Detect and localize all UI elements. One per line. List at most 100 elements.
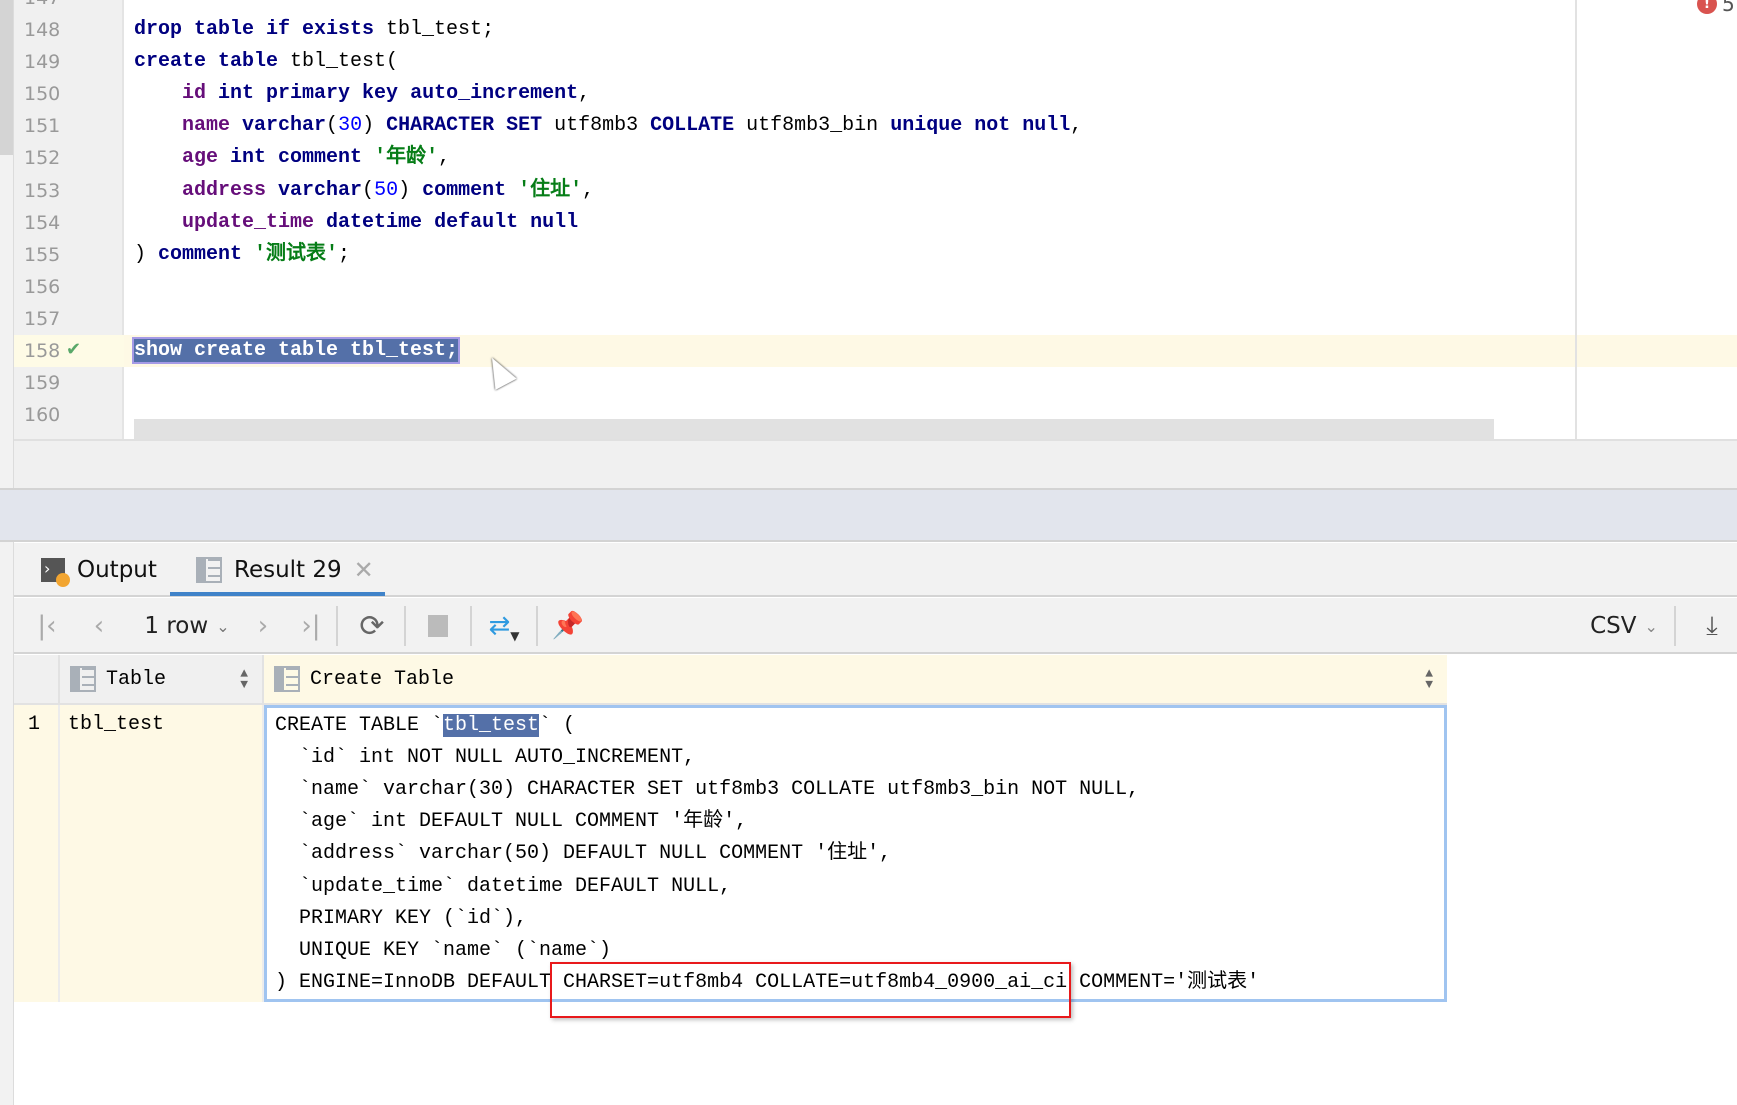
code-token: (	[362, 178, 375, 202]
close-icon[interactable]: ✕	[354, 556, 374, 584]
console-output-icon: ›	[41, 558, 70, 587]
code-token: name	[182, 114, 243, 138]
problems-count[interactable]: 5	[1722, 0, 1735, 16]
column-icon	[274, 666, 300, 692]
line-number: 148	[24, 19, 61, 41]
line-number: 155	[24, 243, 61, 266]
code-token: ,	[582, 178, 595, 202]
line-number: 156	[24, 275, 61, 298]
code-token: 30	[338, 114, 363, 138]
code-token: utf8mb3	[554, 114, 651, 138]
next-page-icon[interactable]: ›	[248, 608, 278, 644]
format-label: CSV	[1590, 613, 1637, 639]
rows-label: 1 row	[144, 613, 209, 639]
sort-icon[interactable]: ▲ ▼	[1425, 667, 1433, 691]
chevron-down-icon: ⌄	[216, 616, 230, 636]
previous-page-icon[interactable]: ‹	[84, 608, 114, 644]
cell-table[interactable]: tbl_test	[60, 705, 264, 1002]
active-tab-indicator	[170, 592, 385, 596]
results-toolbar: |‹ ‹ 1 row ⌄ › ›| ⟳ ⇄ ▼ 📌 CSV ⌄ ⤓	[14, 598, 1737, 654]
code-token: address	[182, 178, 279, 202]
line-number: 151	[24, 115, 61, 138]
code-token: varchar	[242, 114, 327, 138]
results-tab-bar: › Output Result 29 ✕	[14, 543, 1737, 597]
column-header-table[interactable]: Table ▲ ▼	[60, 655, 264, 705]
sort-icon[interactable]: ▲ ▼	[240, 667, 248, 691]
rows-dropdown[interactable]: 1 row ⌄	[132, 608, 242, 644]
create-table-line: CREATE TABLE `tbl_test` (	[275, 714, 576, 737]
line-number: 153	[24, 179, 61, 202]
right-margin-guide	[1575, 0, 1577, 439]
code-token: COLLATE	[650, 114, 747, 138]
line-number: 150	[24, 83, 61, 106]
code-token: '住址'	[518, 178, 583, 202]
column-header-label: Create Table	[310, 667, 455, 691]
code-token: age	[182, 146, 231, 170]
compare-icon[interactable]: ⇄ ▼	[484, 608, 524, 644]
code-line[interactable]: show create table tbl_test;	[131, 335, 461, 367]
code-token: CHARACTER SET	[386, 114, 555, 138]
code-token: ;	[338, 242, 351, 266]
code-token: int comment	[230, 146, 375, 170]
line-number-gutter: 147148149−150151152153154155−156157158✔1…	[14, 0, 142, 439]
column-header-create-table[interactable]: Create Table ▲ ▼	[264, 655, 1447, 705]
code-token: )	[134, 242, 159, 266]
line-number: 152	[24, 147, 61, 170]
left-scrollbar[interactable]	[0, 0, 14, 1105]
code-token: ,	[438, 146, 451, 170]
result-grid: Table ▲ ▼ Create Table ▲ ▼ 1 tbl_test CREA…	[14, 655, 1447, 1002]
cell-value: tbl_test	[68, 713, 165, 736]
code-token: 50	[374, 178, 399, 202]
code-token: show create table tbl_test;	[131, 337, 461, 364]
row-number-header	[14, 655, 60, 705]
create-table-line: `address` varchar(50) DEFAULT NULL COMME…	[275, 842, 892, 866]
tab-label: Result 29	[234, 557, 342, 583]
code-token: drop table if exists	[134, 18, 387, 41]
tab-result-29[interactable]: Result 29 ✕	[196, 543, 374, 597]
code-token: ,	[578, 82, 591, 106]
table-icon	[196, 557, 222, 583]
first-page-icon[interactable]: |‹	[32, 608, 62, 644]
pin-icon[interactable]: 📌	[550, 608, 586, 644]
left-scrollbar-thumb[interactable]	[0, 0, 13, 155]
code-line[interactable]: update_time datetime default null	[134, 207, 578, 239]
create-table-line: PRIMARY KEY (`id`),	[275, 906, 528, 930]
line-number: 159	[24, 372, 61, 395]
row-number-cell[interactable]: 1	[14, 705, 60, 1002]
code-line[interactable]: drop table if exists tbl_test;	[134, 14, 494, 46]
column-header-label: Table	[106, 667, 167, 691]
tab-output[interactable]: › Output	[41, 543, 157, 597]
code-line[interactable]: create table tbl_test(	[134, 46, 398, 78]
cell-create-table[interactable]: CREATE TABLE `tbl_test` ( `id` int NOT N…	[264, 705, 1447, 1002]
code-token: comment	[158, 242, 255, 266]
code-token: tbl_test;	[386, 18, 495, 41]
code-line[interactable]: name varchar(30) CHARACTER SET utf8mb3 C…	[134, 110, 1082, 142]
line-number: 154	[24, 211, 61, 234]
code-line[interactable]: ) comment '测试表';	[134, 239, 350, 271]
line-number: 160	[24, 404, 61, 427]
panel-divider[interactable]	[0, 488, 1737, 542]
code-token: '测试表'	[254, 242, 339, 266]
create-table-line: `update_time` datetime DEFAULT NULL,	[275, 874, 732, 898]
refresh-icon[interactable]: ⟳	[354, 608, 390, 644]
code-token: datetime default null	[326, 210, 579, 234]
last-page-icon[interactable]: ›|	[296, 608, 326, 644]
download-icon[interactable]: ⤓	[1694, 608, 1730, 644]
code-line[interactable]: age int comment '年龄',	[134, 142, 450, 174]
search-match-highlight: tbl_test	[443, 714, 540, 737]
create-table-line: `name` varchar(30) CHARACTER SET utf8mb3…	[275, 778, 1140, 802]
row-number: 1	[28, 713, 41, 736]
create-table-line: `age` int DEFAULT NULL COMMENT '年龄',	[275, 810, 748, 834]
editor-horizontal-scrollbar[interactable]	[134, 419, 1494, 439]
sql-editor[interactable]: drop table if exists tbl_test; create tab…	[124, 0, 1737, 439]
code-token: comment	[422, 178, 519, 202]
code-token: tbl_test(	[290, 50, 399, 74]
code-line[interactable]: id int primary key auto_increment,	[134, 78, 590, 110]
code-line[interactable]: address varchar(50) comment '住址',	[134, 175, 594, 207]
create-table-line: `id` int NOT NULL AUTO_INCREMENT,	[275, 746, 696, 770]
code-token: create table	[134, 50, 291, 74]
export-format-dropdown[interactable]: CSV ⌄	[1584, 608, 1664, 644]
stop-icon[interactable]	[420, 608, 456, 644]
